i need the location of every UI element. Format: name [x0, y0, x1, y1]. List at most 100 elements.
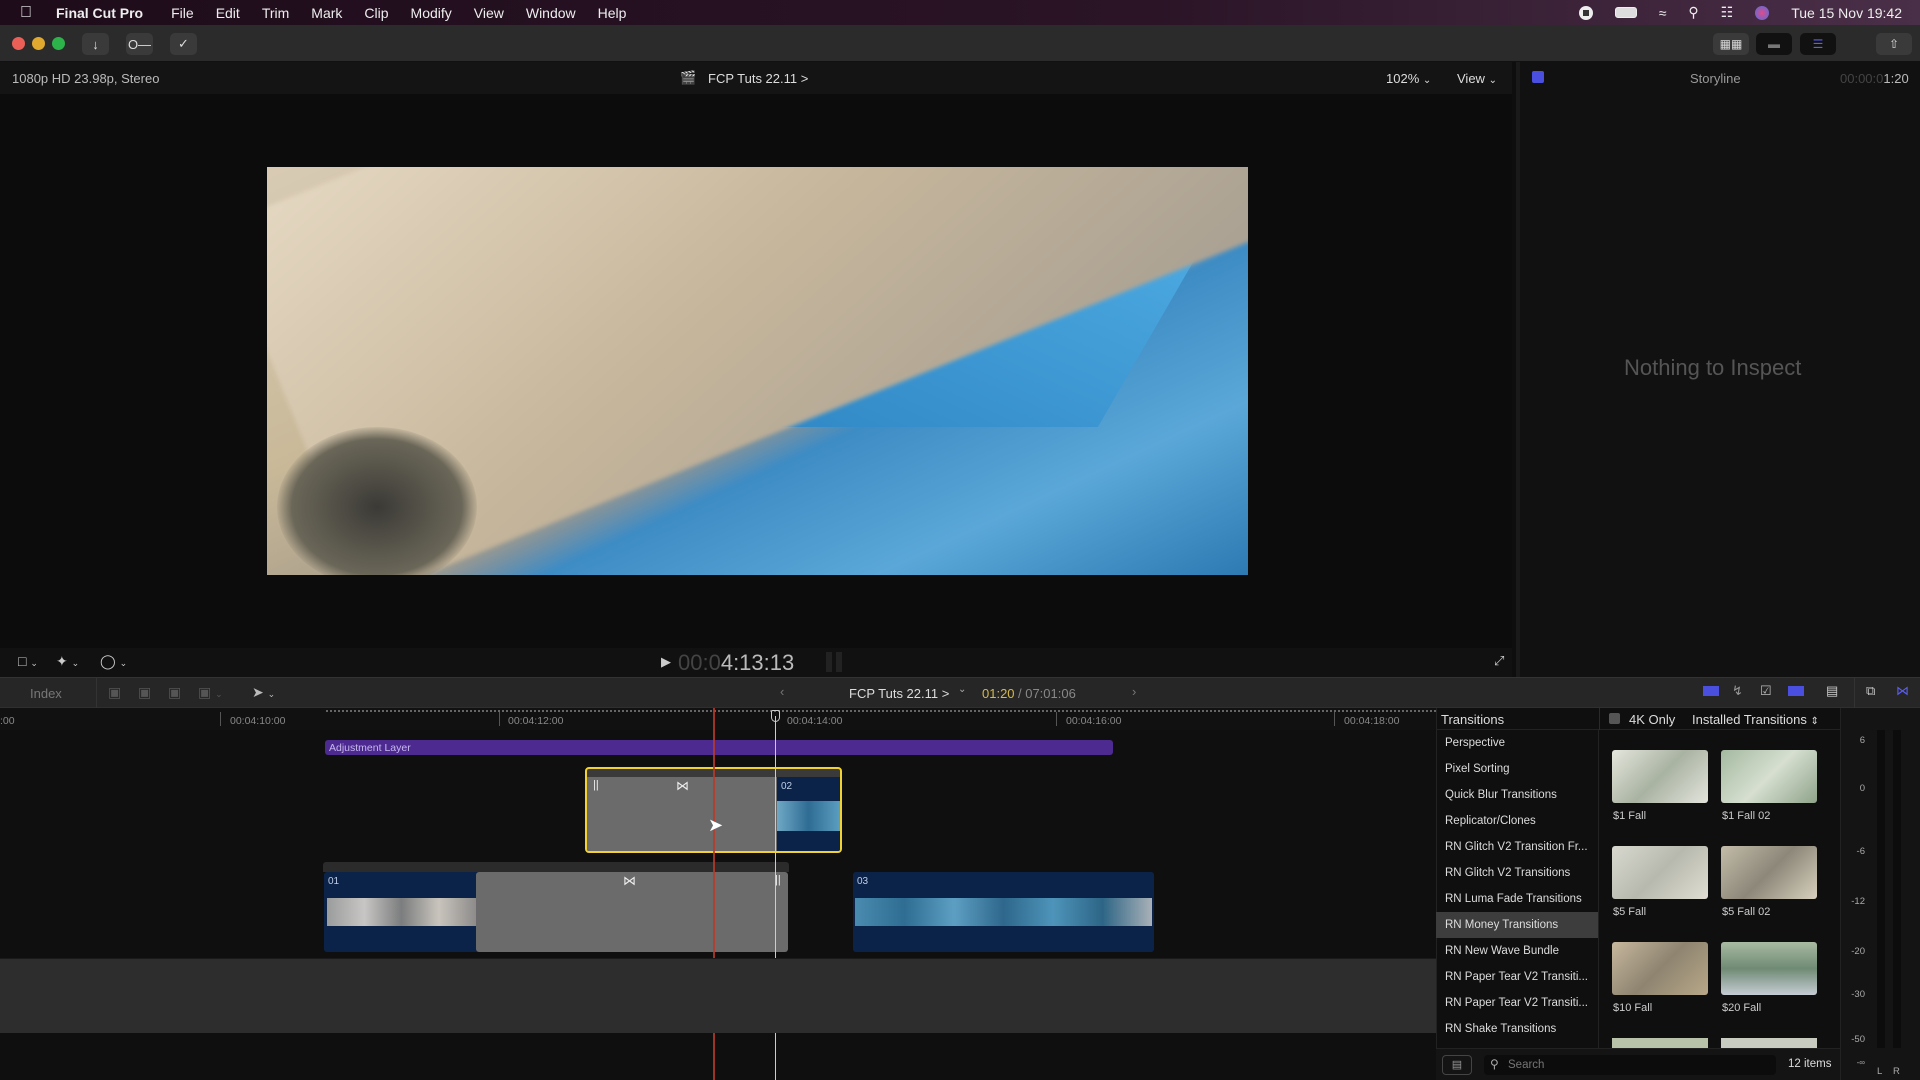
- menu-view[interactable]: View: [474, 5, 504, 21]
- clock[interactable]: Tue 15 Nov 19:42: [1791, 5, 1902, 21]
- clip-appearance-button[interactable]: [1703, 686, 1719, 696]
- battery-icon[interactable]: [1614, 7, 1637, 18]
- status-area: ≈ ⚲ ☷ Tue 15 Nov 19:42: [1578, 0, 1902, 25]
- browser-toggle-button[interactable]: ▦▦: [1713, 33, 1749, 55]
- menu-clip[interactable]: Clip: [364, 5, 388, 21]
- transition-thumb-1-fall-02[interactable]: [1721, 750, 1817, 803]
- transition-thumb-10-fall[interactable]: [1612, 942, 1708, 995]
- sidebar-icon: ▤: [1451, 1059, 1463, 1071]
- category-item[interactable]: Perspective: [1436, 730, 1598, 756]
- inspector-toggle-button[interactable]: ☰: [1800, 33, 1836, 55]
- fullscreen-button[interactable]: ⤢: [1494, 653, 1504, 669]
- effects-browser-button[interactable]: ⧉: [1866, 683, 1875, 699]
- transition-thumb-partial[interactable]: [1612, 1038, 1708, 1048]
- keywords-button[interactable]: O—: [126, 33, 153, 55]
- timeline-ruler[interactable]: :00 00:04:10:00 00:04:12:00 00:04:14:00 …: [0, 708, 1436, 730]
- category-item[interactable]: RN Paper Tear V2 Transiti...: [1436, 990, 1598, 1016]
- minimize-window-button[interactable]: [32, 37, 45, 50]
- spotlight-search-icon[interactable]: ⚲: [1688, 4, 1698, 21]
- connect-icon: ▣: [108, 684, 122, 700]
- zoom-window-button[interactable]: [52, 37, 65, 50]
- ruler-tick-mark: [499, 712, 500, 726]
- category-item[interactable]: Pixel Sorting: [1436, 756, 1598, 782]
- menu-mark[interactable]: Mark: [311, 5, 342, 21]
- chevron-left-icon: ‹: [780, 684, 785, 699]
- history-forward-button[interactable]: ›: [1132, 684, 1136, 699]
- category-item[interactable]: RN Paper Tear V2 Transiti...: [1436, 964, 1598, 990]
- transition-thumb-20-fall[interactable]: [1721, 942, 1817, 995]
- search-input[interactable]: [1508, 1057, 1768, 1073]
- insert-clip-button[interactable]: ▣: [138, 684, 151, 701]
- transitions-browser-button[interactable]: ⋈: [1896, 683, 1909, 699]
- transition-thumb-5-fall[interactable]: [1612, 846, 1708, 899]
- category-dropdown[interactable]: Installed Transitions ⇕: [1692, 712, 1819, 727]
- zoom-dropdown[interactable]: 102% ⌄: [1386, 71, 1431, 86]
- adjustment-layer-clip[interactable]: Adjustment Layer: [325, 740, 1113, 755]
- timecode-display[interactable]: 00:04:13:13: [678, 650, 794, 676]
- category-item-selected[interactable]: RN Money Transitions: [1436, 912, 1598, 938]
- category-item[interactable]: RN Luma Fade Transitions: [1436, 886, 1598, 912]
- headphones-icon: ☑: [1760, 683, 1772, 698]
- append-clip-button[interactable]: ▣: [168, 684, 181, 701]
- control-center-icon[interactable]: ☷: [1721, 4, 1734, 21]
- background-tasks-button[interactable]: ✓: [170, 33, 197, 55]
- timeline-toggle-button[interactable]: ▬: [1756, 33, 1792, 55]
- enhance-button[interactable]: ✦ ⌄: [56, 653, 79, 670]
- audio-waveform-button[interactable]: ↯: [1732, 683, 1743, 699]
- screen-record-icon[interactable]: [1578, 5, 1593, 20]
- menu-window[interactable]: Window: [526, 5, 576, 21]
- history-back-button[interactable]: ‹: [780, 684, 784, 699]
- solo-button[interactable]: ☑: [1760, 683, 1772, 699]
- clip-02[interactable]: 02: [777, 777, 840, 851]
- tool-select-button[interactable]: ➤ ⌄: [252, 684, 275, 701]
- category-item[interactable]: RN Glitch V2 Transitions: [1436, 860, 1598, 886]
- view-dropdown[interactable]: View ⌄: [1457, 71, 1497, 86]
- search-field[interactable]: ⚲: [1484, 1055, 1776, 1075]
- play-button[interactable]: ▶: [661, 654, 671, 670]
- transition-block[interactable]: || ⋈: [587, 777, 777, 851]
- transition-bowtie-icon[interactable]: ⋈: [676, 778, 689, 794]
- retime-button[interactable]: ◯ ⌄: [100, 653, 127, 670]
- wifi-icon[interactable]: ≈: [1659, 5, 1667, 21]
- apple-menu-icon[interactable]: : [20, 4, 32, 22]
- category-item[interactable]: RN Shake Transitions: [1436, 1016, 1598, 1042]
- connect-clip-button[interactable]: ▣: [108, 684, 121, 701]
- transform-tool-button[interactable]: □ ⌄: [18, 653, 38, 669]
- chevron-down-icon: ⌄: [215, 689, 223, 699]
- menu-trim[interactable]: Trim: [262, 5, 289, 21]
- siri-icon[interactable]: [1755, 5, 1770, 20]
- category-item[interactable]: RN Glitch V2 Transition Fr...: [1436, 834, 1598, 860]
- transition-bowtie-icon[interactable]: ⋈: [623, 873, 636, 889]
- chevron-down-icon: ⌄: [1422, 75, 1432, 86]
- menu-modify[interactable]: Modify: [411, 5, 452, 21]
- transition-thumb-partial[interactable]: [1721, 1038, 1817, 1048]
- viewer-project-title[interactable]: FCP Tuts 22.11 >: [708, 71, 808, 86]
- 4k-only-checkbox[interactable]: [1609, 713, 1620, 724]
- trim-handle-icon[interactable]: ||: [593, 779, 599, 791]
- transition-thumb-5-fall-02[interactable]: [1721, 846, 1817, 899]
- overwrite-clip-button[interactable]: ▣ ⌄: [198, 684, 223, 701]
- transition-thumb-1-fall[interactable]: [1612, 750, 1708, 803]
- category-item[interactable]: RN New Wave Bundle: [1436, 938, 1598, 964]
- transition-block[interactable]: ⋈ ||: [476, 872, 788, 952]
- clip-01[interactable]: 01: [324, 872, 479, 952]
- magic-wand-icon: ✦: [56, 653, 68, 669]
- chevron-down-icon: ⌄: [119, 658, 128, 668]
- snapping-button[interactable]: [1788, 686, 1804, 696]
- close-window-button[interactable]: [12, 37, 25, 50]
- category-item[interactable]: Replicator/Clones: [1436, 808, 1598, 834]
- ruler-tick-mark: [1056, 712, 1057, 726]
- timeline-project-title[interactable]: FCP Tuts 22.11 >: [849, 686, 949, 701]
- menu-file[interactable]: File: [171, 5, 194, 21]
- category-item[interactable]: Quick Blur Transitions: [1436, 782, 1598, 808]
- import-button[interactable]: ↓: [82, 33, 109, 55]
- index-button[interactable]: Index: [30, 686, 62, 701]
- menu-app-name[interactable]: Final Cut Pro: [56, 5, 143, 21]
- clip-03[interactable]: 03: [853, 872, 1154, 952]
- clip-filmstrip-button[interactable]: ▤: [1826, 683, 1838, 699]
- chevron-down-icon[interactable]: ⌄: [958, 684, 966, 695]
- share-button[interactable]: ⇧: [1876, 33, 1912, 55]
- sidebar-toggle-button[interactable]: ▤: [1442, 1055, 1472, 1075]
- menu-edit[interactable]: Edit: [216, 5, 240, 21]
- menu-help[interactable]: Help: [598, 5, 627, 21]
